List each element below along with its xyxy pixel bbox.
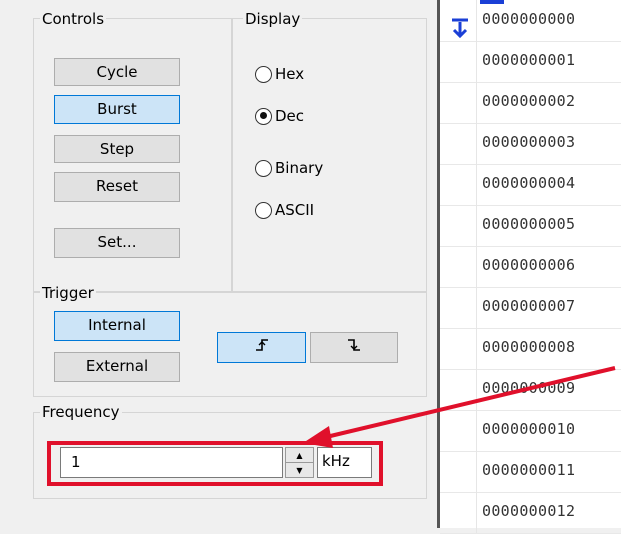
list-row-value: 0000000010: [482, 420, 576, 438]
list-row[interactable]: 0000000010: [440, 410, 621, 452]
list-row[interactable]: 0000000006: [440, 246, 621, 288]
list-row-value: 0000000011: [482, 461, 576, 479]
list-row[interactable]: 0000000011: [440, 451, 621, 493]
radio-binary[interactable]: Binary: [255, 159, 323, 177]
radio-binary-label: Binary: [275, 159, 324, 177]
radio-dot: [259, 112, 267, 119]
step-button[interactable]: Step: [54, 135, 180, 163]
radio-ascii[interactable]: ASCII: [255, 201, 314, 219]
list-row[interactable]: 0000000003: [440, 123, 621, 165]
list-row-value: 0000000005: [482, 215, 576, 233]
row-divider: [476, 287, 477, 328]
list-row-value: 0000000009: [482, 379, 576, 397]
list-row-value: 0000000012: [482, 502, 576, 520]
row-divider: [476, 246, 477, 287]
row-divider: [476, 82, 477, 123]
list-row-value: 0000000004: [482, 174, 576, 192]
row-divider: [476, 123, 477, 164]
list-row-value: 0000000003: [482, 133, 576, 151]
set-button[interactable]: Set...: [54, 228, 180, 258]
list-row-value: 0000000002: [482, 92, 576, 110]
rising-edge-button[interactable]: [217, 332, 306, 363]
internal-button[interactable]: Internal: [54, 311, 180, 341]
radio-dec[interactable]: Dec: [255, 107, 304, 125]
list-scroll-marker: [480, 0, 504, 4]
radio-circle: [255, 201, 272, 219]
row-divider: [476, 0, 477, 41]
row-divider: [476, 41, 477, 82]
row-divider: [476, 164, 477, 205]
row-divider: [476, 328, 477, 369]
row-divider: [476, 369, 477, 410]
list-row[interactable]: 0000000001: [440, 41, 621, 83]
list-row-value: 0000000000: [482, 10, 576, 28]
list-row[interactable]: 0000000005: [440, 205, 621, 247]
list-row[interactable]: 0000000002: [440, 82, 621, 124]
row-divider: [476, 492, 477, 533]
radio-hex-label: Hex: [275, 65, 305, 83]
annotation-highlight-box: [47, 441, 383, 486]
row-divider: [476, 205, 477, 246]
radio-ascii-label: ASCII: [275, 201, 315, 219]
falling-edge-button[interactable]: [310, 332, 398, 363]
radio-circle: [255, 65, 272, 83]
burst-button[interactable]: Burst: [54, 95, 180, 124]
list-row[interactable]: 0000000009: [440, 369, 621, 411]
cycle-button[interactable]: Cycle: [54, 58, 180, 86]
trigger-group-label: Trigger: [40, 284, 96, 302]
controls-group-label: Controls: [40, 10, 107, 28]
row-divider: [476, 410, 477, 451]
falling-edge-icon: [348, 339, 360, 351]
radio-circle: [255, 159, 272, 177]
list-row-value: 0000000006: [482, 256, 576, 274]
list-row-value: 0000000001: [482, 51, 576, 69]
display-group-label: Display: [243, 10, 303, 28]
frequency-group-label: Frequency: [40, 403, 122, 421]
list-row-value: 0000000008: [482, 338, 576, 356]
external-button[interactable]: External: [54, 352, 180, 382]
radio-hex[interactable]: Hex: [255, 65, 304, 83]
data-list-panel[interactable]: 0000000000 0000000001 0000000002 0000000003…: [437, 0, 621, 534]
list-row-value: 0000000007: [482, 297, 576, 315]
row-divider: [476, 451, 477, 492]
bookmark-down-arrow-icon[interactable]: [449, 17, 471, 39]
list-row[interactable]: 0000000007: [440, 287, 621, 329]
list-row[interactable]: 0000000008: [440, 328, 621, 370]
reset-button[interactable]: Reset: [54, 172, 180, 202]
radio-circle-selected: [255, 107, 272, 125]
radio-dec-label: Dec: [275, 107, 305, 125]
rising-edge-icon: [255, 339, 268, 351]
display-group: [231, 18, 427, 293]
list-row[interactable]: 0000000004: [440, 164, 621, 206]
